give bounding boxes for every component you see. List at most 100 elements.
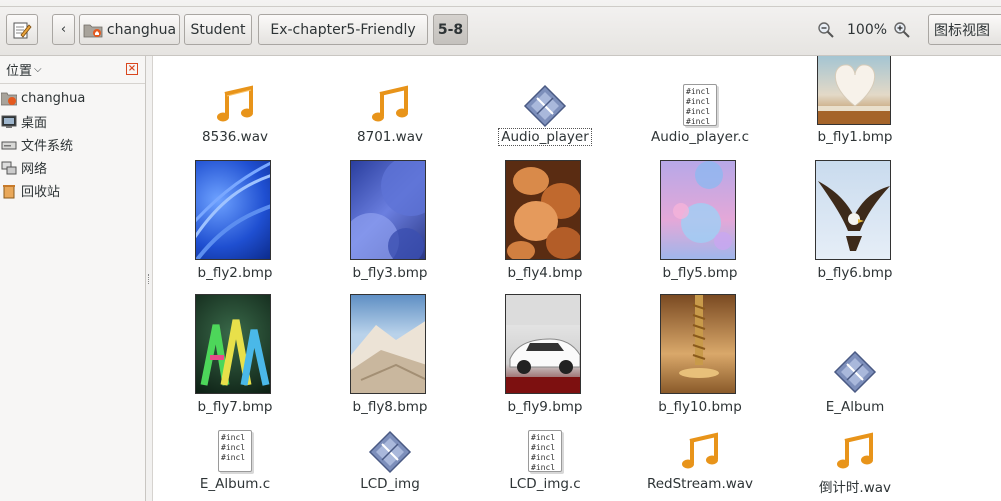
file-item[interactable]: RedStream.wav [640,428,760,498]
breadcrumb-student[interactable]: Student [184,14,252,45]
file-item[interactable]: #incl #incl #incl #incl LCD_img.c [485,428,605,498]
zoom-out-icon[interactable] [817,21,835,39]
sidebar-item-desktop[interactable]: 桌面 [0,110,145,133]
blue-spheres-image [351,161,425,259]
image-thumbnail [505,294,581,394]
file-item[interactable]: #incl #incl #incl E_Album.c [175,428,295,498]
white-car-image [506,295,580,393]
zoom-level: 100% [847,21,888,38]
file-icon-view: 8536.wav 8701.wav Audio_player #incl #inc… [153,56,1001,501]
breadcrumb-5-8[interactable]: 5-8 [433,14,468,45]
home-folder-icon [1,92,17,105]
breadcrumb-label: Ex-chapter5-Friendly [270,21,416,38]
file-label: E_Album [825,399,885,415]
sidebar-item-label: 文件系统 [21,139,74,154]
chevron-left-icon: ‹ [60,22,67,37]
file-label: LCD_img.c [509,476,581,492]
sidebar-item-trash[interactable]: 回收站 [0,179,145,202]
image-thumbnail [815,160,891,260]
file-label: RedStream.wav [646,476,754,492]
file-item[interactable]: b_fly6.bmp [795,160,915,290]
view-mode-label: 图标视图 [934,22,990,39]
file-label: b_fly3.bmp [352,265,428,281]
breadcrumb-ex-chapter5[interactable]: Ex-chapter5-Friendly [258,14,428,45]
edit-location-button[interactable] [6,14,38,45]
snowy-mountain-image [351,321,425,393]
view-mode-select[interactable]: 图标视图 [928,14,1001,45]
executable-icon [368,430,412,474]
file-label: E_Album.c [199,476,271,492]
image-thumbnail [350,160,426,260]
zoom-in-icon[interactable] [893,21,911,39]
file-label: Audio_player [485,128,605,146]
file-item[interactable]: #incl #incl #incl #incl Audio_player.c [640,56,760,154]
file-item[interactable]: b_fly2.bmp [175,160,295,290]
eagle-image [818,181,890,251]
file-item[interactable]: b_fly4.bmp [485,160,605,290]
file-label: Audio_player.c [650,129,750,145]
music-note-icon [217,85,253,122]
network-icon [1,161,17,174]
file-label: b_fly6.bmp [817,265,893,281]
music-note-icon [837,432,873,469]
file-item[interactable]: b_fly3.bmp [330,160,450,290]
sidebar-title: 位置 [6,64,33,79]
executable-icon [833,350,877,394]
breadcrumb-label: 5-8 [437,21,464,38]
sidebar-item-label: 回收站 [21,185,61,200]
desktop-icon [1,115,17,128]
sidebar-item-label: changhua [21,91,86,106]
colorful-letters-image [200,319,270,386]
executable-icon [523,84,567,128]
file-item[interactable]: LCD_img [330,428,450,498]
bubbles-image [673,161,732,250]
sidebar-item-network[interactable]: 网络 [0,156,145,179]
file-item[interactable]: Audio_player [485,56,605,154]
file-item[interactable]: b_fly10.bmp [640,294,760,424]
sidebar-item-label: 桌面 [21,116,48,131]
file-label: b_fly7.bmp [197,399,273,415]
places-sidebar: 位置 ⌵ × changhua 桌面 文件系统 网络 回收站 [0,56,146,501]
file-label: b_fly5.bmp [662,265,738,281]
sidebar-header[interactable]: 位置 ⌵ × [0,56,145,84]
image-thumbnail [660,160,736,260]
zoom-controls: 100% [817,14,911,45]
image-thumbnail [195,294,271,394]
breadcrumb-changhua[interactable]: changhua [79,14,180,45]
file-item[interactable]: b_fly1.bmp [795,56,915,154]
file-label: 8701.wav [357,129,423,145]
back-button[interactable]: ‹ [52,14,75,45]
file-label: b_fly4.bmp [507,265,583,281]
file-label: b_fly9.bmp [507,399,583,415]
home-folder-icon [83,24,103,37]
image-thumbnail [817,56,891,125]
close-icon[interactable]: × [126,63,138,75]
file-item[interactable]: b_fly5.bmp [640,160,760,290]
file-label: b_fly8.bmp [352,399,428,415]
file-label: b_fly2.bmp [197,265,273,281]
c-source-icon: #incl #incl #incl #incl [528,430,562,472]
file-label: 8536.wav [202,129,268,145]
file-label: 倒计时.wav [818,480,892,496]
wooden-shapes-image [507,167,580,259]
sidebar-item-label: 网络 [21,162,48,177]
image-thumbnail [350,294,426,394]
file-label: b_fly10.bmp [658,399,742,415]
chevron-down-icon: ⌵ [34,64,42,75]
file-item[interactable]: 8536.wav [175,56,295,154]
divider-grip [148,274,149,284]
file-item[interactable]: E_Album [795,294,915,424]
file-item[interactable]: b_fly7.bmp [175,294,295,424]
file-item[interactable]: b_fly9.bmp [485,294,605,424]
pane-divider[interactable] [146,56,153,501]
sidebar-item-changhua[interactable]: changhua [0,87,145,110]
c-source-icon: #incl #incl #incl [218,430,252,472]
file-item[interactable]: b_fly8.bmp [330,294,450,424]
file-item[interactable]: 8701.wav [330,56,450,154]
file-label: b_fly1.bmp [817,129,893,145]
file-item[interactable]: 倒计时.wav [795,428,915,498]
sidebar-item-filesystem[interactable]: 文件系统 [0,133,145,156]
pencil-note-icon [13,22,32,38]
image-thumbnail [660,294,736,394]
image-thumbnail [505,160,581,260]
